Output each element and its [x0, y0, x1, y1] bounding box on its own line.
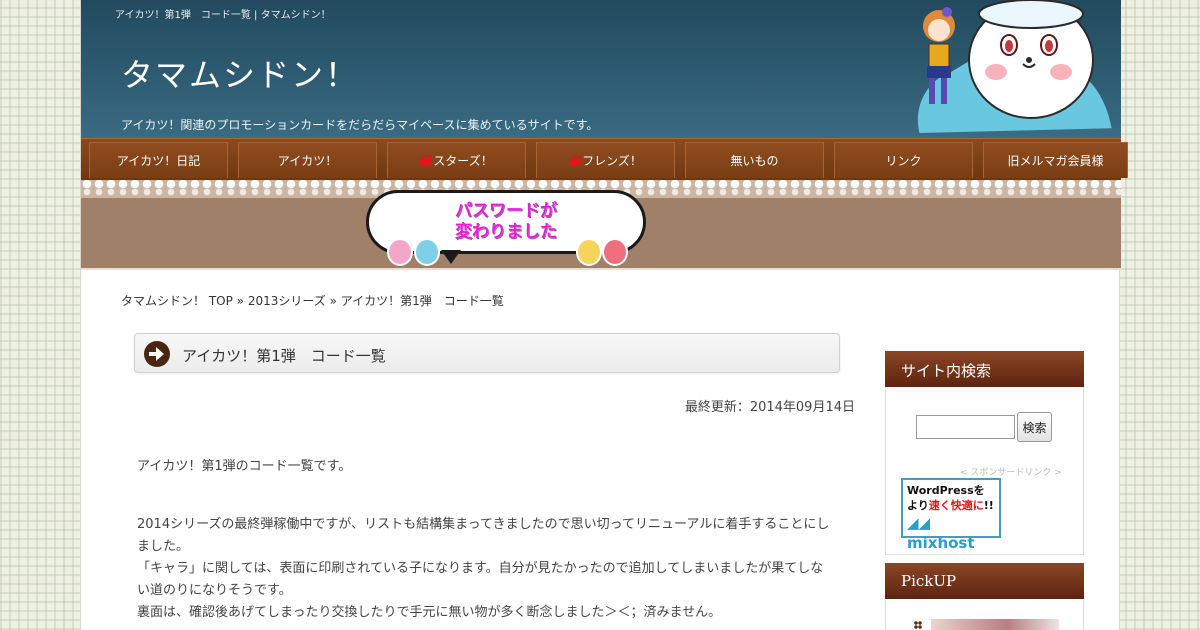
- nav-item-missing[interactable]: 無いもの: [685, 142, 824, 178]
- mixhost-ad-banner[interactable]: WordPressを より速く快適に!! ◢◢ mixhost: [901, 478, 1001, 552]
- chibi-character-icon: [387, 238, 413, 266]
- site-header: アイカツ！第1弾 コード一覧 | タマムシドン！ タマムシドン！ アイカツ！関連…: [81, 0, 1121, 138]
- breadcrumb-current: アイカツ！第1弾 コード一覧: [340, 294, 504, 308]
- banner-text-line1: パスワードが: [455, 201, 557, 221]
- article-title-box: アイカツ！第1弾 コード一覧: [134, 333, 840, 373]
- bullet-icon: [914, 621, 922, 629]
- article-paragraph: アイカツ！第1弾のコード一覧です。: [137, 459, 352, 474]
- page-wrapper: アイカツ！第1弾 コード一覧 | タマムシドン！ タマムシドン！ アイカツ！関連…: [80, 0, 1128, 630]
- article-title: アイカツ！第1弾 コード一覧: [182, 347, 386, 365]
- search-input[interactable]: [916, 415, 1015, 439]
- last-updated: 最終更新：2014年09月14日: [684, 400, 855, 415]
- sidebar-search-heading: サイト内検索: [885, 351, 1084, 387]
- chibi-character-icon: [576, 238, 602, 266]
- breadcrumb-separator: »: [325, 294, 341, 308]
- breadcrumb-separator: »: [232, 294, 248, 308]
- chibi-character-icon: [414, 238, 440, 266]
- breadcrumb-home-link[interactable]: タマムシドン！ TOP: [121, 294, 233, 308]
- nav-item-label: アイカツ！日記: [116, 154, 201, 168]
- mascot-illustration: [881, 0, 1121, 138]
- speech-bubble-tail: [441, 250, 461, 264]
- nav-item-links[interactable]: リンク: [834, 142, 973, 178]
- article-paragraph: 裏面は、確認後あげてしまったり交換したりで手元に無い物が多く断念しました＞＜；済…: [137, 605, 722, 620]
- article-paragraph: ました。: [137, 539, 190, 554]
- header-page-title: アイカツ！第1弾 コード一覧 | タマムシドン！: [115, 10, 331, 21]
- site-tagline: アイカツ！関連のプロモーションカードをだらだらマイペースに集めているサイトです。: [121, 118, 599, 132]
- nav-item-label: フレンズ！: [582, 154, 642, 168]
- article-paragraph: 2014シリーズの最終弾稼働中ですが、リストも結構集まってきましたので思い切って…: [137, 517, 830, 532]
- breadcrumb-category-link[interactable]: 2013シリーズ: [248, 294, 326, 308]
- sidebar-pickup-box: [885, 599, 1084, 630]
- main-nav: アイカツ！日記 アイカツ！ スターズ！ フレンズ！ 無いもの リンク 旧メルマガ…: [81, 138, 1128, 180]
- password-changed-banner[interactable]: パスワードが 変わりました: [81, 180, 1121, 270]
- search-button[interactable]: 検索: [1017, 412, 1052, 442]
- breadcrumb: タマムシドン！ TOP » 2013シリーズ » アイカツ！第1弾 コード一覧: [121, 292, 504, 309]
- article-paragraph: 「キャラ」に関しては、表面に印刷されている子になります。自分が見たかったので追加…: [137, 561, 824, 576]
- nav-item-stars[interactable]: スターズ！: [387, 142, 526, 178]
- chibi-character-icon: [602, 238, 628, 266]
- site-name-link[interactable]: タマムシドン！: [121, 50, 359, 96]
- lock-icon: [569, 155, 582, 166]
- nav-item-aikatsu[interactable]: アイカツ！: [238, 142, 377, 178]
- article-paragraph: い道のりになりそうです。: [137, 583, 292, 598]
- lock-icon: [420, 155, 433, 166]
- ad-line2-pre: より: [907, 499, 929, 512]
- arrow-right-icon: [144, 341, 170, 367]
- ad-line1: WordPressを: [907, 484, 985, 497]
- nav-item-aikatsu-diary[interactable]: アイカツ！日記: [89, 142, 228, 178]
- ad-line2-post: !!: [983, 499, 994, 512]
- nav-item-label: 無いもの: [730, 154, 779, 168]
- nav-item-friends[interactable]: フレンズ！: [536, 142, 675, 178]
- ad-logo-name: mixhost: [907, 534, 975, 552]
- nav-item-label: スターズ！: [433, 154, 493, 168]
- sponsor-label: < スポンサードリンク >: [960, 468, 1062, 478]
- nav-item-old-mailmag[interactable]: 旧メルマガ会員様: [983, 142, 1128, 178]
- sidebar-pickup-heading: PickUP: [885, 563, 1084, 599]
- ad-line2: より速く快適に!!: [907, 498, 999, 513]
- ad-line2-emphasis: 速く快適に: [928, 499, 984, 512]
- sidebar-search-box: 検索 < スポンサードリンク > WordPressを より速く快適に!! ◢◢…: [885, 387, 1084, 555]
- pickup-thumbnail[interactable]: [931, 619, 1059, 630]
- banner-text-line2: 変わりました: [455, 222, 557, 242]
- nav-item-label: アイカツ！: [277, 154, 338, 168]
- ad-logo-text: ◢◢ mixhost: [907, 514, 975, 552]
- nav-item-label: 旧メルマガ会員様: [1007, 154, 1104, 168]
- nav-item-label: リンク: [885, 154, 922, 168]
